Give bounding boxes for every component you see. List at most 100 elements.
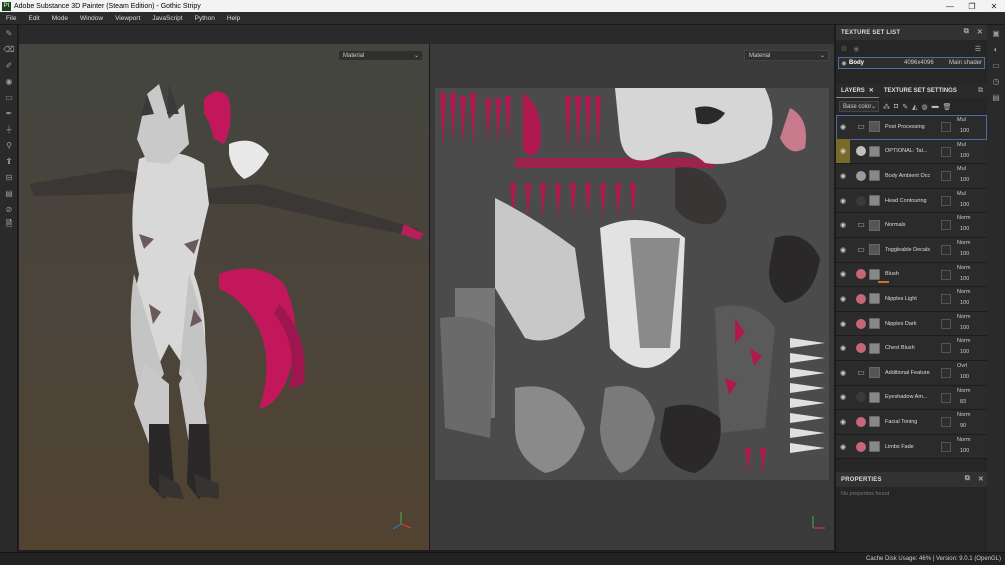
layer-mask-slot[interactable] — [941, 367, 951, 378]
visibility-icon[interactable]: ◉ — [853, 45, 859, 53]
menu-window[interactable]: Window — [74, 15, 109, 22]
layer-opacity[interactable]: 100 — [960, 325, 969, 331]
selection-icon[interactable]: ⊟ — [0, 169, 18, 185]
paint-brush-icon[interactable]: ✎ — [0, 25, 18, 41]
menu-viewport[interactable]: Viewport — [109, 15, 146, 22]
folder-icon[interactable]: ▭ — [856, 122, 866, 132]
float-icon[interactable]: ⧉ — [978, 87, 983, 95]
layer-opacity[interactable]: 100 — [960, 202, 969, 208]
text-icon[interactable]: ⊘ — [0, 201, 18, 217]
layer-opacity[interactable]: 100 — [960, 251, 969, 257]
layer-opacity[interactable]: 100 — [960, 349, 969, 355]
layer-blend-mode[interactable]: Norm — [957, 388, 970, 394]
layer-row[interactable]: ◉ ▭ Toggleable Decals Norm 100 — [836, 237, 987, 263]
eye-icon[interactable]: ◉ — [836, 139, 850, 164]
layer-row[interactable]: ◉ Limbs Fade Norm 100 — [836, 434, 987, 460]
layer-blend-mode[interactable]: Norm — [957, 265, 970, 271]
layer-row[interactable]: ◉ Blush Norm 100 — [836, 262, 987, 288]
layer-blend-mode[interactable]: Mul — [957, 166, 966, 172]
layer-blend-mode[interactable]: Norm — [957, 412, 970, 418]
tab-texture-set-settings[interactable]: TEXTURE SET SETTINGS — [879, 84, 962, 98]
assets-icon[interactable]: ▣ — [987, 25, 1005, 41]
maximize-button[interactable]: ❐ — [961, 0, 983, 12]
float-icon[interactable]: ⧉ — [964, 28, 969, 36]
menu-edit[interactable]: Edit — [22, 15, 45, 22]
layer-opacity[interactable]: 100 — [960, 128, 969, 134]
close-icon[interactable]: ✕ — [977, 28, 983, 36]
add-mask-icon[interactable]: ◘ — [894, 103, 898, 110]
layer-mask-slot[interactable] — [941, 122, 951, 132]
close-icon[interactable]: ✕ — [869, 87, 874, 94]
log-icon[interactable]: ▤ — [987, 89, 1005, 105]
clone-icon[interactable]: ✒ — [0, 105, 18, 121]
menu-help[interactable]: Help — [221, 15, 246, 22]
layer-opacity[interactable]: 100 — [960, 153, 969, 159]
layer-mask-slot[interactable] — [941, 220, 951, 231]
close-icon[interactable]: ✕ — [978, 475, 984, 483]
eye-icon[interactable]: ◉ — [836, 164, 850, 188]
eraser-icon[interactable]: ⌫ — [0, 41, 18, 57]
eye-icon[interactable]: ◉ — [836, 361, 850, 385]
layer-blend-mode[interactable]: Norm — [957, 215, 970, 221]
channel-select[interactable]: Base color ⌄ — [839, 101, 879, 112]
tab-layers[interactable]: LAYERS ✕ — [836, 84, 879, 98]
layer-opacity[interactable]: 100 — [960, 226, 969, 232]
layer-blend-mode[interactable]: Mul — [957, 142, 966, 148]
menu-python[interactable]: Python — [189, 15, 221, 22]
layer-blend-mode[interactable]: Norm — [957, 437, 970, 443]
layer-row[interactable]: ◉ ▭ Post Processing Mul 100 — [836, 115, 987, 140]
layer-mask-slot[interactable] — [941, 195, 951, 206]
layer-blend-mode[interactable]: Norm — [957, 240, 970, 246]
polygon-fill-icon[interactable]: ▤ — [0, 185, 18, 201]
eye-icon[interactable]: ◉ — [836, 238, 850, 262]
layer-mask-slot[interactable] — [941, 343, 951, 354]
export-icon[interactable]: 🗎 — [0, 217, 18, 233]
layer-row[interactable]: ◉ Eyeshadow Am... Norm 83 — [836, 385, 987, 411]
layer-mask-slot[interactable] — [941, 244, 951, 255]
layer-blend-mode[interactable]: Mul — [957, 117, 966, 123]
layer-row[interactable]: ◉ ▭ Additional Features Ovrl 100 — [836, 360, 987, 386]
layer-row[interactable]: ◉ Facial Toning Norm 90 — [836, 410, 987, 435]
eye-icon[interactable]: ◉ — [836, 262, 850, 286]
eye-icon[interactable]: ◉ — [836, 189, 850, 213]
layer-blend-mode[interactable]: Norm — [957, 338, 970, 344]
folder-icon[interactable]: ▭ — [856, 368, 866, 378]
layer-row[interactable]: ◉ Nipples Dark Norm 100 — [836, 311, 987, 337]
viewport-3d-mode-select[interactable]: Material ⌄ — [338, 50, 423, 61]
viewport-3d[interactable]: Material ⌄ — [19, 44, 429, 550]
folder-icon[interactable]: ▭ — [856, 245, 866, 255]
eye-icon[interactable]: ◉ — [836, 115, 850, 139]
picker-icon[interactable]: ⚲ — [0, 137, 18, 153]
layer-row[interactable]: ◉ Head Contouring Mul 100 — [836, 188, 987, 214]
smudge-icon[interactable]: ▭ — [0, 89, 18, 105]
eye-icon[interactable]: ◉ — [836, 385, 850, 409]
eye-icon[interactable]: ◉ — [836, 213, 850, 237]
stamp-icon[interactable]: ⏚ — [0, 121, 18, 137]
bake-icon[interactable]: ⇪ — [0, 153, 18, 169]
menu-icon[interactable]: ☰ — [975, 45, 981, 53]
delete-icon[interactable]: 🗑 — [943, 103, 952, 111]
layer-opacity[interactable]: 83 — [960, 399, 966, 405]
layer-opacity[interactable]: 100 — [960, 177, 969, 183]
settings-icon[interactable]: ⚙ — [841, 45, 847, 53]
layer-row[interactable]: ◉ Body Ambient Occlusi... Mul 100 — [836, 164, 987, 189]
viewport-2d-mode-select[interactable]: Material ⌄ — [744, 50, 829, 61]
layer-mask-slot[interactable] — [941, 392, 951, 403]
eye-icon[interactable]: ◉ — [836, 410, 850, 434]
layer-row[interactable]: ◉ Nipples Light Norm 100 — [836, 287, 987, 312]
layer-mask-slot[interactable] — [941, 269, 951, 280]
environment-icon[interactable]: ◐ — [987, 41, 1005, 57]
float-icon[interactable]: ⧉ — [965, 475, 970, 483]
layer-blend-mode[interactable]: Norm — [957, 314, 970, 320]
layer-row[interactable]: ◉ ▭ Normals Norm 100 — [836, 213, 987, 238]
add-fill-layer-icon[interactable]: ◭ — [912, 103, 917, 111]
add-folder-icon[interactable]: ▬ — [932, 103, 939, 110]
layer-mask-slot[interactable] — [941, 417, 951, 428]
minimize-button[interactable]: — — [939, 0, 961, 12]
layer-opacity[interactable]: 100 — [960, 448, 969, 454]
layer-mask-slot[interactable] — [941, 171, 951, 182]
projection-icon[interactable]: ✐ — [0, 57, 18, 73]
layer-opacity[interactable]: 90 — [960, 423, 966, 429]
menu-javascript[interactable]: JavaScript — [146, 15, 188, 22]
eye-icon[interactable]: ◉ — [836, 312, 850, 336]
